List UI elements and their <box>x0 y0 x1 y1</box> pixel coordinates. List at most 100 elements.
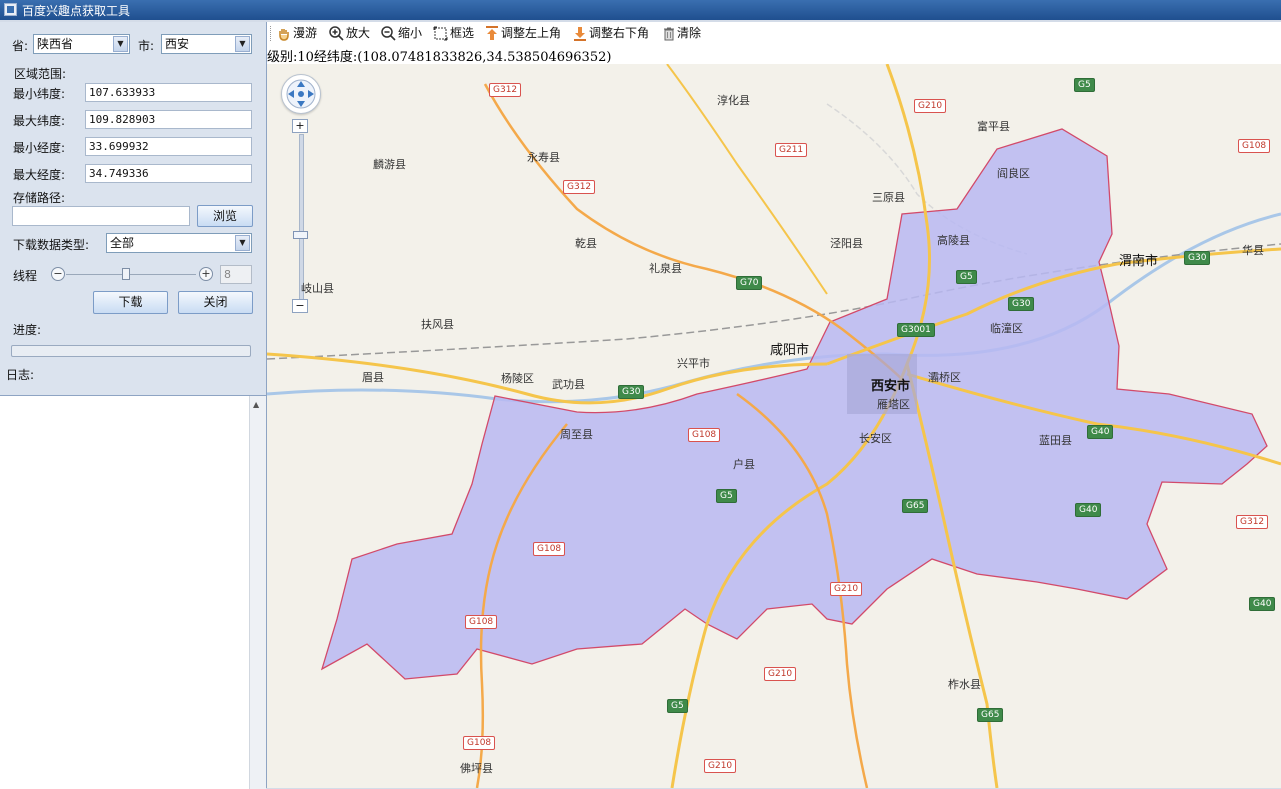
road-shield: G312 <box>563 180 596 194</box>
adjust-top-left-button[interactable]: 调整左上角 <box>485 24 561 43</box>
max-lat-input[interactable]: 109.828903 <box>85 110 252 129</box>
city-value: 西安 <box>165 37 190 51</box>
pan-navigator[interactable] <box>281 74 321 114</box>
settings-form: 省: 陕西省 ▼ 市: 西安 ▼ 区域范围: 最小纬度: 107.633933 … <box>0 22 266 395</box>
road-shield: G5 <box>716 489 737 503</box>
coordinate-readout: 级别:10经纬度:(108.07481833826,34.53850469635… <box>267 50 612 65</box>
place-label: 武功县 <box>552 378 585 391</box>
road-shield: G108 <box>465 615 498 629</box>
zoom-out-icon <box>381 26 396 41</box>
max-lng-input[interactable]: 34.749336 <box>85 164 252 183</box>
zoom-minus-button[interactable]: − <box>292 299 308 313</box>
zoom-out-button[interactable]: 缩小 <box>381 24 422 43</box>
road-shield: G108 <box>533 542 566 556</box>
zoom-handle[interactable] <box>293 231 308 239</box>
road-shield: G312 <box>489 83 522 97</box>
min-lat-input[interactable]: 107.633933 <box>85 83 252 102</box>
clear-button[interactable]: 清除 <box>663 24 701 43</box>
place-label: 阎良区 <box>997 167 1030 180</box>
min-lat-label: 最小纬度: <box>13 87 66 101</box>
chevron-down-icon[interactable]: ▼ <box>113 36 128 52</box>
place-label: 淳化县 <box>717 94 750 107</box>
min-lng-label: 最小经度: <box>13 141 66 155</box>
road-shield: G70 <box>736 276 763 290</box>
map-view[interactable]: + − 淳化县 富平县 麟游县 永寿县 阎良区 三原县 高陵县 乾县 泾阳县 礼… <box>267 64 1281 788</box>
thread-count-field[interactable]: 8 <box>220 265 252 284</box>
road-shield: G65 <box>977 708 1004 722</box>
road-shield: G65 <box>902 499 929 513</box>
box-select-icon <box>433 26 448 41</box>
place-label: 户县 <box>733 458 755 471</box>
app-icon <box>4 3 17 16</box>
city-label: 市: <box>138 39 155 53</box>
zoom-plus-button[interactable]: + <box>292 119 308 133</box>
city-select[interactable]: 西安 ▼ <box>161 34 252 54</box>
place-label: 三原县 <box>872 191 905 204</box>
storage-label: 存储路径: <box>13 191 66 205</box>
min-lng-input[interactable]: 33.699932 <box>85 137 252 156</box>
place-label: 扶风县 <box>421 318 454 331</box>
browse-button[interactable]: 浏览 <box>197 205 253 227</box>
storage-path-input[interactable] <box>12 206 190 226</box>
place-label: 岐山县 <box>301 282 334 295</box>
road-shield: G210 <box>830 582 863 596</box>
zoom-in-label: 放大 <box>346 26 371 40</box>
region-label: 区域范围: <box>14 67 67 81</box>
coordinate-status: 级别:10经纬度:(108.07481833826,34.53850469635… <box>267 45 1281 65</box>
chevron-down-icon[interactable]: ▼ <box>235 235 250 251</box>
type-select[interactable]: 全部 ▼ <box>106 233 252 253</box>
zoom-in-button[interactable]: 放大 <box>329 24 370 43</box>
road-shield: G30 <box>1008 297 1035 311</box>
download-button[interactable]: 下载 <box>93 291 168 314</box>
place-label: 临潼区 <box>990 322 1023 335</box>
province-select[interactable]: 陕西省 ▼ <box>33 34 130 54</box>
place-label: 富平县 <box>977 120 1010 133</box>
scroll-up-icon[interactable]: ▲ <box>253 400 259 409</box>
road-shield: G5 <box>956 270 977 284</box>
place-label: 灞桥区 <box>928 371 961 384</box>
box-select-button[interactable]: 框选 <box>433 24 474 43</box>
place-label: 麟游县 <box>373 158 406 171</box>
selected-region-polygon[interactable] <box>320 128 1268 680</box>
place-label: 渭南市 <box>1119 254 1159 269</box>
chevron-down-icon[interactable]: ▼ <box>235 36 250 52</box>
road-shield: G30 <box>618 385 645 399</box>
thread-slider-handle[interactable] <box>122 268 130 280</box>
trash-icon <box>664 27 674 41</box>
pan-label: 漫游 <box>293 26 318 40</box>
place-label-xian: 西安市 <box>871 379 911 394</box>
road-shield: G210 <box>914 99 947 113</box>
thread-minus-button[interactable]: − <box>51 267 65 281</box>
place-label: 咸阳市 <box>770 343 810 358</box>
log-scrollbar[interactable]: ▲ <box>249 396 266 789</box>
map-toolbar: 漫游 放大 缩小 框选 调整左上角 调整右下角 清除 <box>267 22 1281 46</box>
road-shield: G108 <box>463 736 496 750</box>
road-shield: G5 <box>667 699 688 713</box>
adjust-bottom-right-label: 调整右下角 <box>589 26 650 40</box>
progress-label: 进度: <box>13 323 42 337</box>
max-lng-label: 最大经度: <box>13 168 66 182</box>
adjust-bottom-right-button[interactable]: 调整右下角 <box>573 24 649 43</box>
place-label: 佛坪县 <box>460 762 493 775</box>
road-shield: G30 <box>1184 251 1211 265</box>
compass-icon <box>286 79 316 109</box>
place-label: 高陵县 <box>937 234 970 247</box>
download-progress-bar <box>11 345 251 357</box>
road-shield: G3001 <box>897 323 935 337</box>
road-shield: G108 <box>688 428 721 442</box>
close-button[interactable]: 关闭 <box>178 291 253 314</box>
zoom-track[interactable] <box>299 134 304 301</box>
thread-plus-button[interactable]: + <box>199 267 213 281</box>
log-label: 日志: <box>6 368 35 382</box>
zoom-in-icon <box>329 26 344 41</box>
province-label: 省: <box>12 39 29 53</box>
pan-button[interactable]: 漫游 <box>277 24 317 43</box>
province-value: 陕西省 <box>37 37 74 51</box>
zoom-out-label: 缩小 <box>398 26 423 40</box>
thread-slider-track[interactable] <box>66 274 196 275</box>
clear-label: 清除 <box>677 26 702 40</box>
box-select-label: 框选 <box>450 26 475 40</box>
place-label: 永寿县 <box>527 151 560 164</box>
road-shield: G40 <box>1087 425 1114 439</box>
log-textarea[interactable]: ▲ <box>0 395 266 789</box>
